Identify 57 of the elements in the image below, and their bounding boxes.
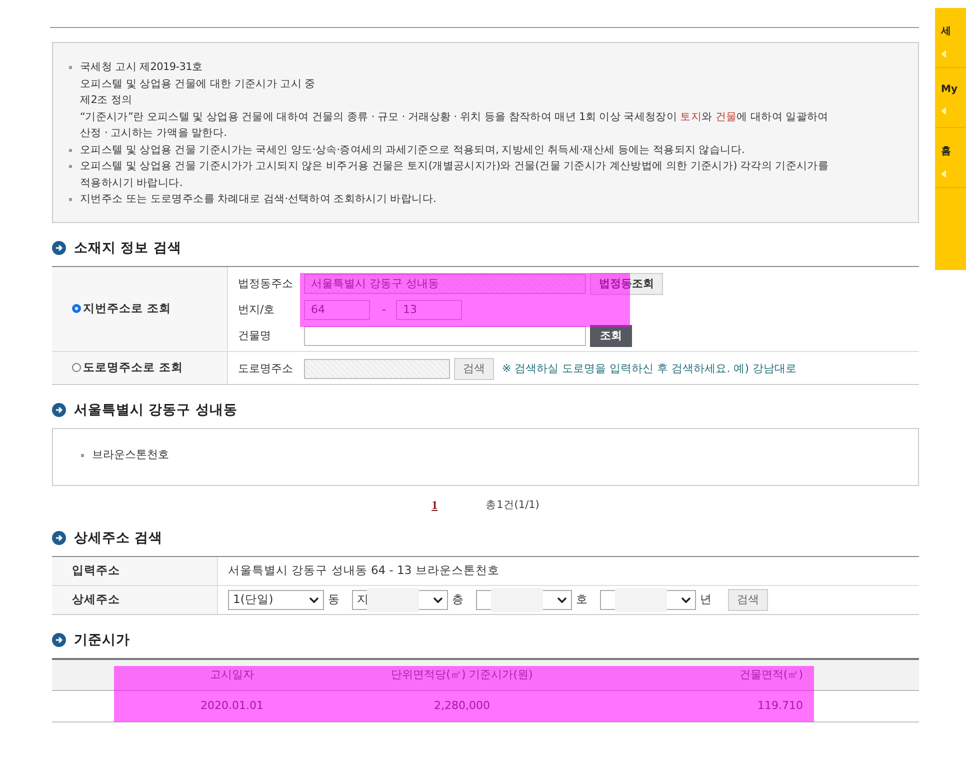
notice-item: 지번주소 또는 도로명주소를 차례대로 검색·선택하여 조회하시기 바랍니다. bbox=[80, 192, 436, 207]
table-cell-text: 2,280,000 bbox=[433, 698, 491, 714]
field-label: 번지/호 bbox=[238, 302, 276, 317]
table-cell-text: 2020.01.01 bbox=[200, 698, 264, 714]
lookup-button[interactable]: 조회 bbox=[590, 324, 632, 346]
dropdown[interactable] bbox=[600, 590, 696, 610]
dropdown[interactable] bbox=[476, 590, 572, 610]
menu-item[interactable]: My bbox=[941, 84, 966, 95]
total-count: 총1건(1/1) bbox=[486, 498, 540, 512]
blur-patch bbox=[367, 588, 419, 612]
unit-label: 년 bbox=[700, 592, 712, 607]
field-label: 법정동주소 bbox=[238, 276, 294, 291]
notice-item: 국세청 고시 제2019-31호 오피스텔 및 상업용 건물에 대한 기준시가 고시 중 제2조 정의 “기준시가”란 오피스텔 및 상업용 건물에 대하여 건물의 종류 · 규모 · 거래상황 · 위치 등을 참작하여 매년 1회 이상 국세청장이 토지와 건물에 대하여 일괄하여 산정 · 고시하는 가액을 말한다. bbox=[80, 60, 828, 141]
section-title: 상세주소 검색 bbox=[74, 528, 163, 546]
menu-item[interactable]: 세 bbox=[941, 24, 966, 38]
road-address-field[interactable] bbox=[304, 358, 450, 378]
menu-item[interactable]: 홈 bbox=[941, 144, 966, 158]
notice-item: 오피스텔 및 상업용 건물 기준시가가 고시되지 않은 비주거용 건물은 토지(개별공시지가)와 건물(건물 기준시가 계산방법에 의한 기준시가) 각각의 기준시가를 적용하시기 바랍니다. bbox=[80, 159, 829, 190]
unit-label: 동 bbox=[328, 592, 340, 607]
search-button[interactable]: 검색 bbox=[728, 588, 768, 610]
hint-text: ※ 검색하실 도로명을 입력하신 후 검색하세요. 예) 강남대로 bbox=[502, 361, 796, 376]
table-cell-text: 119.710 bbox=[756, 698, 804, 714]
building-name-field[interactable] bbox=[304, 326, 586, 346]
arrow-circle-icon bbox=[52, 530, 66, 544]
section-title: 서울특별시 강동구 성내동 bbox=[74, 400, 238, 418]
blur-patch bbox=[615, 588, 667, 612]
column-header: 건물면적(㎡) bbox=[738, 667, 804, 683]
section-title: 기준시가 bbox=[74, 630, 130, 648]
unit-label: 층 bbox=[452, 592, 464, 607]
search-button[interactable]: 검색 bbox=[454, 358, 494, 380]
building-link[interactable]: 브라운스톤천호 bbox=[92, 446, 169, 462]
row-header: 상세주소 bbox=[52, 586, 218, 614]
caret-left-icon bbox=[941, 107, 946, 115]
field-label: 건물명 bbox=[238, 328, 272, 343]
field-label: 도로명주소 bbox=[238, 361, 294, 376]
arrow-circle-icon bbox=[52, 632, 66, 646]
caret-left-icon bbox=[941, 170, 946, 178]
separator-text: - bbox=[382, 303, 386, 316]
notice-item: 오피스텔 및 상업용 건물 기준시가는 국세인 양도·상속·증여세의 과세기준으로 적용되며, 지방세인 취득세·재산세 등에는 적용되지 않습니다. bbox=[80, 142, 745, 158]
dropdown[interactable]: 지 bbox=[352, 590, 448, 610]
page-link[interactable]: 1 bbox=[432, 498, 438, 512]
section-title: 소재지 정보 검색 bbox=[74, 238, 182, 256]
unit-label: 호 bbox=[576, 592, 588, 607]
row-header: 입력주소 bbox=[52, 556, 218, 584]
arrow-circle-icon bbox=[52, 402, 66, 416]
chevron-down-icon bbox=[681, 596, 691, 602]
blur-patch bbox=[491, 588, 543, 612]
radio-option[interactable]: 지번주소로 조회 bbox=[72, 301, 172, 316]
chevron-down-icon bbox=[557, 596, 567, 602]
chevron-down-icon bbox=[309, 596, 319, 602]
address-text: 서울특별시 강동구 성내동 64 - 13 브라운스톤천호 bbox=[228, 563, 500, 578]
column-header: 단위면적당(㎡) 기준시가(원) bbox=[390, 667, 534, 683]
chevron-down-icon bbox=[433, 596, 443, 602]
column-header: 고시일자 bbox=[209, 667, 255, 683]
dropdown[interactable]: 1(단일) bbox=[228, 590, 324, 610]
caret-left-icon bbox=[941, 50, 946, 58]
arrow-circle-icon bbox=[52, 240, 66, 254]
